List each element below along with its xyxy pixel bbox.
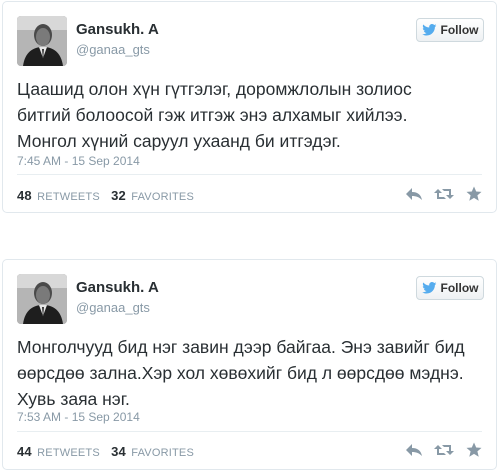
favorite-count: 34 bbox=[111, 444, 126, 459]
retweet-button[interactable] bbox=[434, 440, 454, 460]
retweet-label: RETWEETS bbox=[37, 447, 100, 459]
retweet-button[interactable] bbox=[434, 184, 454, 204]
avatar[interactable] bbox=[17, 16, 67, 66]
favorite-count: 32 bbox=[111, 188, 126, 203]
tweet-timestamp[interactable]: 7:45 AM - 15 Sep 2014 bbox=[17, 154, 140, 168]
twitter-bird-icon bbox=[421, 282, 436, 294]
reply-button[interactable] bbox=[404, 440, 424, 460]
twitter-bird-icon bbox=[421, 24, 436, 36]
tweet-card: Gansukh. A @ganaa_gts Follow Монголчууд … bbox=[2, 259, 497, 470]
tweet-stats: 48 RETWEETS 32 FAVORITES bbox=[17, 188, 202, 203]
author-handle[interactable]: @ganaa_gts bbox=[76, 300, 150, 315]
reply-icon bbox=[406, 188, 422, 200]
retweet-count: 48 bbox=[17, 188, 32, 203]
tweet-text: Монголчууд бид нэг завин дээр байгаа. Эн… bbox=[17, 337, 465, 409]
retweet-icon bbox=[434, 189, 454, 199]
divider bbox=[17, 431, 482, 432]
author-name[interactable]: Gansukh. A bbox=[76, 279, 159, 296]
star-icon bbox=[466, 186, 482, 201]
avatar[interactable] bbox=[17, 274, 67, 324]
favorite-button[interactable] bbox=[464, 440, 484, 460]
retweet-stat[interactable]: 44 RETWEETS bbox=[17, 444, 100, 459]
tweet-actions bbox=[404, 440, 484, 460]
favorite-button[interactable] bbox=[464, 184, 484, 204]
divider bbox=[17, 174, 482, 175]
tweet-text: Цаашид олон хүн гүтгэлэг, доромжлолын зо… bbox=[17, 79, 412, 151]
star-icon bbox=[466, 442, 482, 457]
retweet-icon bbox=[434, 445, 454, 455]
favorite-stat[interactable]: 34 FAVORITES bbox=[111, 444, 194, 459]
author-name[interactable]: Gansukh. A bbox=[76, 21, 159, 38]
follow-button-label: Follow bbox=[440, 281, 479, 295]
follow-button[interactable]: Follow bbox=[416, 276, 484, 300]
retweet-count: 44 bbox=[17, 444, 32, 459]
tweet-actions bbox=[404, 184, 484, 204]
reply-button[interactable] bbox=[404, 184, 424, 204]
tweet-timestamp[interactable]: 7:53 AM - 15 Sep 2014 bbox=[17, 410, 140, 424]
tweet-stats: 44 RETWEETS 34 FAVORITES bbox=[17, 444, 202, 459]
retweet-stat[interactable]: 48 RETWEETS bbox=[17, 188, 100, 203]
follow-button-label: Follow bbox=[440, 23, 479, 37]
favorite-stat[interactable]: 32 FAVORITES bbox=[111, 188, 194, 203]
favorite-label: FAVORITES bbox=[131, 447, 194, 459]
author-handle[interactable]: @ganaa_gts bbox=[76, 42, 150, 57]
retweet-label: RETWEETS bbox=[37, 191, 100, 203]
tweet-separator bbox=[0, 214, 499, 258]
reply-icon bbox=[406, 444, 422, 456]
favorite-label: FAVORITES bbox=[131, 191, 194, 203]
tweet-card: Gansukh. A @ganaa_gts Follow Цаашид олон… bbox=[2, 1, 497, 213]
follow-button[interactable]: Follow bbox=[416, 18, 484, 42]
